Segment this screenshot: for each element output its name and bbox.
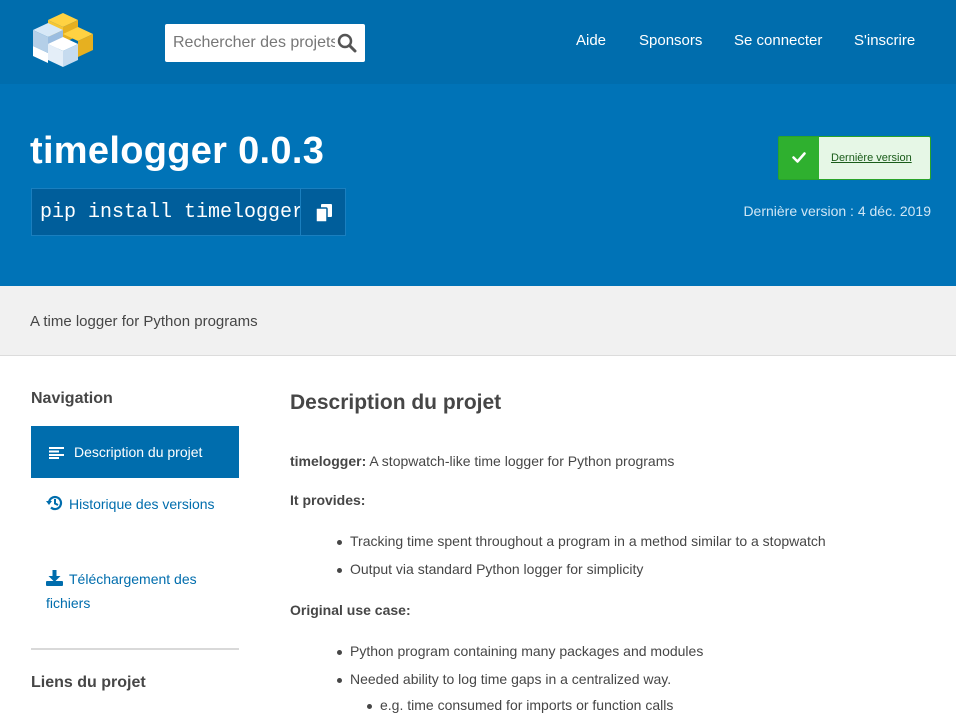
- intro-paragraph: timelogger: A stopwatch-like time logger…: [290, 453, 674, 469]
- download-icon: [46, 570, 63, 592]
- align-left-icon: [49, 446, 64, 464]
- latest-version-badge[interactable]: Dernière version: [778, 136, 931, 180]
- description-title: Description du projet: [290, 391, 502, 414]
- copy-button[interactable]: [300, 188, 346, 236]
- sidebar-item-label: Téléchargement des fichiers: [46, 571, 197, 611]
- release-date: Dernière version : 4 déc. 2019: [743, 203, 931, 219]
- latest-version-link[interactable]: Dernière version: [831, 152, 912, 164]
- pip-command[interactable]: pip install timelogger: [40, 201, 304, 224]
- copy-icon: [316, 204, 332, 222]
- list-item: Output via standard Python logger for si…: [336, 561, 644, 577]
- package-summary-strip: A time logger for Python programs: [0, 286, 956, 356]
- package-summary: A time logger for Python programs: [30, 313, 258, 330]
- history-icon: [46, 495, 63, 517]
- navigation-heading: Navigation: [31, 390, 113, 407]
- search-icon[interactable]: [337, 33, 357, 53]
- provides-heading: It provides:: [290, 492, 366, 508]
- nav-register-link[interactable]: S'inscrire: [854, 32, 915, 49]
- pypi-logo[interactable]: [30, 13, 96, 70]
- sub-list-item: e.g. time consumed for imports or functi…: [366, 697, 674, 713]
- sidebar-item-label: Description du projet: [74, 444, 203, 460]
- intro-text: A stopwatch-like time logger for Python …: [366, 453, 675, 469]
- package-title: timelogger 0.0.3: [30, 130, 325, 172]
- search-input[interactable]: [165, 24, 335, 62]
- list-item: Python program containing many packages …: [336, 643, 704, 659]
- check-icon: [779, 137, 819, 179]
- top-navigation-bar: Aide Sponsors Se connecter S'inscrire: [0, 0, 956, 84]
- nav-help-link[interactable]: Aide: [576, 32, 606, 49]
- project-links-heading: Liens du projet: [31, 674, 146, 691]
- list-item: Needed ability to log time gaps in a cen…: [336, 671, 672, 687]
- sidebar-item-description[interactable]: Description du projet: [31, 426, 239, 478]
- use-case-heading: Original use case:: [290, 602, 411, 618]
- list-item: Tracking time spent throughout a program…: [337, 533, 826, 549]
- intro-bold: timelogger:: [290, 453, 367, 469]
- sidebar-item-download[interactable]: Téléchargement des fichiers: [46, 568, 231, 614]
- search-box: [165, 24, 365, 62]
- sidebar-item-label: Historique des versions: [69, 496, 215, 512]
- sidebar-divider: [31, 648, 239, 650]
- package-banner: timelogger 0.0.3 pip install timelogger …: [0, 84, 956, 286]
- nav-sponsors-link[interactable]: Sponsors: [639, 32, 702, 49]
- sidebar-item-history[interactable]: Historique des versions: [46, 493, 231, 517]
- pip-command-box[interactable]: pip install timelogger: [31, 188, 304, 236]
- nav-login-link[interactable]: Se connecter: [734, 32, 822, 49]
